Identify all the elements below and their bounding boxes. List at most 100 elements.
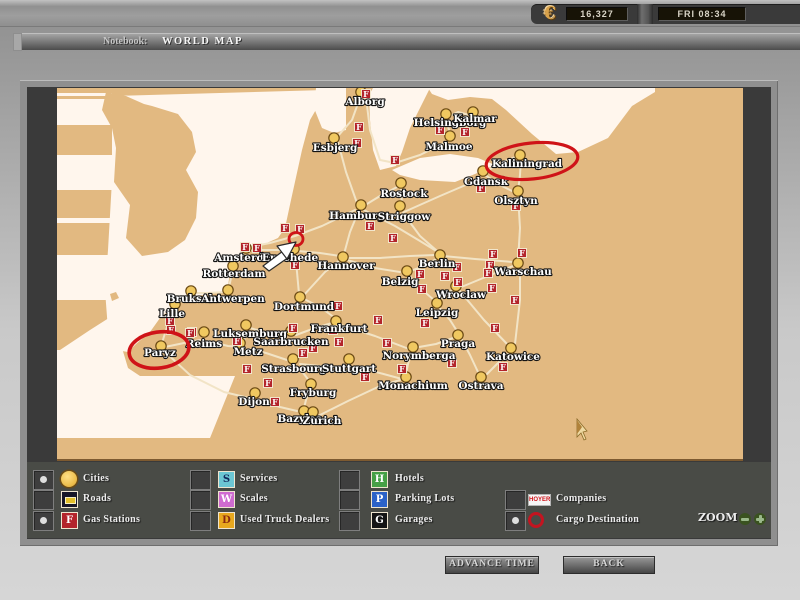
gas-station-letter: F xyxy=(392,155,398,165)
sea-region xyxy=(57,155,115,190)
cities-icon xyxy=(61,471,77,487)
city-dot-reims[interactable] xyxy=(199,327,209,337)
parking-lots-icon: P xyxy=(371,491,388,508)
sea-region xyxy=(57,93,112,96)
advance-time-button[interactable]: ADVANCE TIME xyxy=(445,556,539,574)
map-legend: ZOOM CitiesRoadsFGas StationsSServicesWS… xyxy=(27,462,771,538)
gas-station-letter: F xyxy=(336,337,342,347)
city-label-malmoe[interactable]: Malmoe xyxy=(425,141,473,153)
city-label-wroclaw[interactable]: Wroclaw xyxy=(435,289,487,301)
legend-checkbox-services[interactable] xyxy=(190,470,211,490)
city-label-dortmund[interactable]: Dortmund xyxy=(274,301,335,313)
legend-checkbox-cities[interactable] xyxy=(33,470,54,490)
city-label-stuttgart[interactable]: Stuttgart xyxy=(322,363,376,375)
currency-coin-icon: € xyxy=(538,3,562,24)
roads-icon xyxy=(61,491,78,508)
city-label-ostrava[interactable]: Ostrava xyxy=(458,380,503,392)
legend-label-cargo-destination: Cargo Destination xyxy=(556,514,639,525)
top-status-bar: € 16,327 FRI 08:34 xyxy=(0,0,800,27)
city-label-rotterdam[interactable]: Rotterdam xyxy=(203,268,266,280)
world-map[interactable]: FFFFFFFFFFFFFFFFFFFFFFFFFFFFFFFFFFFFFFFF… xyxy=(57,88,743,461)
gas-station-letter: F xyxy=(519,248,525,258)
city-label-alborg[interactable]: Alborg xyxy=(344,96,385,108)
city-label-striggow[interactable]: Striggow xyxy=(378,211,432,223)
legend-label-gas-stations: Gas Stations xyxy=(83,514,140,525)
legend-checkbox-companies[interactable] xyxy=(505,490,526,510)
city-label-olsztyn[interactable]: Olsztyn xyxy=(494,195,538,207)
legend-checkbox-roads[interactable] xyxy=(33,490,54,510)
titlebar: Notebook: WORLD MAP xyxy=(22,33,800,50)
city-label-strasbourg[interactable]: Strasbourg xyxy=(261,363,327,375)
city-label-saarbrucken[interactable]: Saarbrucken xyxy=(253,336,329,348)
gas-station-letter: F xyxy=(375,315,381,325)
gas-station-letter: F xyxy=(455,277,461,287)
gas-station-letter: F xyxy=(242,242,248,252)
city-dot-belzig[interactable] xyxy=(402,266,412,276)
zoom-in-button[interactable] xyxy=(754,513,766,525)
city-label-berlin[interactable]: Berlin xyxy=(419,258,456,270)
hud-display: € 16,327 FRI 08:34 xyxy=(531,4,800,24)
gas-station-letter: F xyxy=(422,318,428,328)
titlebar-prefix: Notebook: xyxy=(103,34,147,50)
legend-label-used-truck-dealers: Used Truck Dealers xyxy=(240,514,329,525)
gas-stations-icon: F xyxy=(61,512,78,529)
cargo-destination-icon xyxy=(528,512,544,528)
gas-station-letter: F xyxy=(492,323,498,333)
garages-icon: G xyxy=(371,512,388,529)
city-label-katowice[interactable]: Katowice xyxy=(486,351,540,363)
sea-region xyxy=(57,255,113,300)
scales-icon: W xyxy=(218,491,235,508)
legend-checkbox-hotels[interactable] xyxy=(339,470,360,490)
city-label-dijon[interactable]: Dijon xyxy=(238,396,270,408)
sea-region xyxy=(57,218,112,223)
legend-label-services: Services xyxy=(240,473,277,484)
legend-checkbox-gas-stations[interactable] xyxy=(33,511,54,531)
city-label-norymberga[interactable]: Norymberga xyxy=(382,350,455,362)
gas-station-letter: F xyxy=(290,323,296,333)
city-label-frankfurt[interactable]: Frankfurt xyxy=(310,323,367,335)
city-label-belzig[interactable]: Belzig xyxy=(382,276,419,288)
city-dot-hamburg[interactable] xyxy=(356,200,366,210)
city-label-praga[interactable]: Praga xyxy=(441,338,476,350)
legend-checkbox-garages[interactable] xyxy=(339,511,360,531)
gas-station-letter: F xyxy=(300,348,306,358)
legend-label-roads: Roads xyxy=(83,493,111,504)
used-truck-dealers-icon: D xyxy=(218,512,235,529)
city-label-esbjerg[interactable]: Esbjerg xyxy=(313,142,358,154)
city-label-antwerpen[interactable]: Antwerpen xyxy=(200,293,265,305)
city-label-kaliningrad[interactable]: Kaliningrad xyxy=(492,158,563,170)
legend-label-garages: Garages xyxy=(395,514,433,525)
city-dot-striggow[interactable] xyxy=(395,201,405,211)
city-label-monachium[interactable]: Monachium xyxy=(378,380,448,392)
city-label-warschau[interactable]: Warschau xyxy=(493,266,552,278)
city-label-reims[interactable]: Reims xyxy=(186,338,223,350)
gas-station-letter: F xyxy=(399,364,405,374)
gas-station-letter: F xyxy=(485,268,491,278)
legend-checkbox-parking-lots[interactable] xyxy=(339,490,360,510)
hud-divider xyxy=(637,4,653,24)
gas-station-letter: F xyxy=(282,223,288,233)
legend-checkbox-cargo-destination[interactable] xyxy=(505,511,526,531)
city-dot-rostock[interactable] xyxy=(396,178,406,188)
back-button[interactable]: BACK xyxy=(563,556,655,574)
zoom-out-button[interactable] xyxy=(739,513,751,525)
city-label-leipzig[interactable]: Leipzig xyxy=(416,307,459,319)
city-label-rostock[interactable]: Rostock xyxy=(380,188,428,200)
legend-label-cities: Cities xyxy=(83,473,109,484)
legend-checkbox-scales[interactable] xyxy=(190,490,211,510)
gas-station-letter: F xyxy=(187,328,193,338)
city-label-fryburg[interactable]: Fryburg xyxy=(290,387,337,399)
city-label-kalmar[interactable]: Kalmar xyxy=(453,113,497,125)
city-dot-malmoe[interactable] xyxy=(445,131,455,141)
city-label-paryz[interactable]: Paryz xyxy=(144,347,176,359)
legend-checkbox-used-truck-dealers[interactable] xyxy=(190,511,211,531)
companies-icon: HOYER xyxy=(528,494,551,506)
gas-station-letter: F xyxy=(442,271,448,281)
city-label-zurich[interactable]: Zurich xyxy=(303,415,342,427)
city-label-metz[interactable]: Metz xyxy=(233,346,262,358)
city-label-lille[interactable]: Lille xyxy=(159,308,185,320)
gas-station-letter: F xyxy=(367,221,373,231)
gas-station-letter: F xyxy=(489,283,495,293)
gas-station-letter: F xyxy=(490,249,496,259)
city-label-hannover[interactable]: Hannover xyxy=(317,260,375,272)
